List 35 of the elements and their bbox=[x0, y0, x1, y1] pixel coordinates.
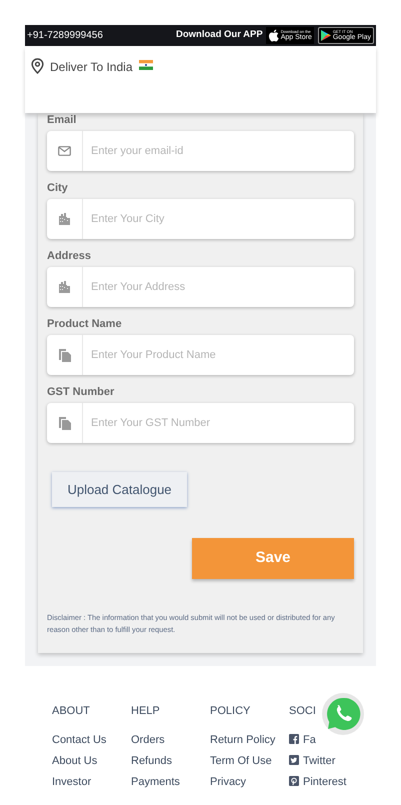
input-box[interactable]: Enter Your City bbox=[47, 199, 354, 239]
footer-link[interactable]: Contact Us bbox=[52, 732, 106, 752]
footer-link[interactable]: Investor bbox=[52, 774, 92, 794]
input-box[interactable]: Enter Your Product Name bbox=[47, 335, 354, 375]
footer-link[interactable]: Refunds bbox=[131, 752, 172, 774]
input-field[interactable]: Enter Your GST Number bbox=[91, 414, 354, 432]
download-text: Download Our APP bbox=[176, 28, 263, 42]
phone-number: +91-7289999456 bbox=[27, 29, 103, 43]
footer-link[interactable]: Payments bbox=[131, 774, 180, 794]
input-field[interactable]: Enter Your Address bbox=[91, 278, 354, 296]
field-label: Product Name bbox=[47, 319, 123, 332]
input-field[interactable]: Enter Your City bbox=[91, 210, 354, 228]
upload-catalogue-button[interactable]: Upload Catalogue bbox=[52, 472, 187, 507]
footer-link[interactable]: Twitter bbox=[289, 752, 336, 774]
input-field[interactable]: Enter your email-id bbox=[91, 142, 354, 160]
footer-link[interactable]: Term Of Use bbox=[210, 752, 272, 774]
footer-link[interactable]: Fa bbox=[289, 732, 316, 752]
input-box[interactable]: Enter Your Address bbox=[47, 267, 354, 307]
input-field[interactable]: Enter Your Product Name bbox=[91, 346, 354, 364]
field-label: Address bbox=[47, 251, 92, 264]
footer-link[interactable]: Pinterest bbox=[289, 774, 346, 794]
footer-heading: ABOUT bbox=[52, 704, 90, 719]
footer-link[interactable]: Privacy bbox=[210, 774, 246, 794]
footer-link[interactable]: About Us bbox=[52, 752, 98, 774]
footer-link[interactable]: Orders bbox=[131, 732, 165, 752]
deliver-label[interactable]: Deliver To India bbox=[50, 58, 132, 76]
input-box[interactable]: Enter your email-id bbox=[47, 131, 354, 171]
field-label: City bbox=[47, 183, 69, 196]
footer-heading: SOCI bbox=[289, 704, 316, 719]
input-box[interactable]: Enter Your GST Number bbox=[47, 403, 354, 443]
footer-heading: POLICY bbox=[210, 704, 250, 719]
field-label: Email bbox=[47, 115, 78, 128]
footer-link[interactable]: Return Policy bbox=[210, 732, 276, 752]
footer-heading: HELP bbox=[131, 704, 160, 719]
field-label: GST Number bbox=[47, 387, 116, 400]
